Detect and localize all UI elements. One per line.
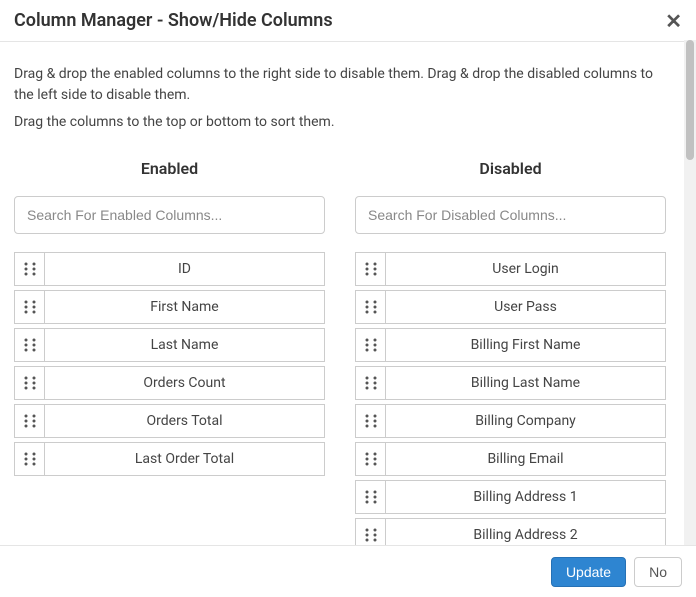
drag-handle-icon[interactable] <box>356 519 386 545</box>
disabled-list: User Login User Pass Billing First Name Bil… <box>355 252 666 545</box>
drag-handle-icon[interactable] <box>356 253 386 285</box>
disabled-item-label: Billing Address 2 <box>386 519 665 545</box>
disabled-item-label: Billing Address 1 <box>386 481 665 513</box>
drag-handle-icon[interactable] <box>356 443 386 475</box>
disabled-column: Disabled User Login User Pass Billing Firs… <box>355 159 666 545</box>
scrollbar-track[interactable] <box>684 40 696 545</box>
disabled-item[interactable]: Billing Address 2 <box>355 518 666 545</box>
disabled-search-input[interactable] <box>355 196 666 234</box>
disabled-item[interactable]: Billing Company <box>355 404 666 438</box>
disabled-item[interactable]: Billing Last Name <box>355 366 666 400</box>
update-button[interactable]: Update <box>551 557 626 587</box>
drag-handle-icon[interactable] <box>356 367 386 399</box>
disabled-item[interactable]: User Pass <box>355 290 666 324</box>
dialog-title: Column Manager - Show/Hide Columns <box>14 10 333 31</box>
drag-handle-icon[interactable] <box>15 405 45 437</box>
drag-handle-icon[interactable] <box>356 329 386 361</box>
enabled-item-label: Last Name <box>45 329 324 361</box>
enabled-list: ID First Name Last Name Orders Count Orders … <box>14 252 325 476</box>
disabled-title: Disabled <box>355 159 666 178</box>
dialog-footer: Update No <box>0 545 696 597</box>
disabled-item[interactable]: Billing First Name <box>355 328 666 362</box>
enabled-item[interactable]: Orders Count <box>14 366 325 400</box>
disabled-item-label: Billing First Name <box>386 329 665 361</box>
drag-handle-icon[interactable] <box>356 291 386 323</box>
enabled-item-label: Orders Count <box>45 367 324 399</box>
disabled-item-label: Billing Company <box>386 405 665 437</box>
enabled-item[interactable]: Last Order Total <box>14 442 325 476</box>
disabled-item-label: Billing Email <box>386 443 665 475</box>
drag-handle-icon[interactable] <box>15 443 45 475</box>
disabled-item-label: Billing Last Name <box>386 367 665 399</box>
disabled-item-label: User Login <box>386 253 665 285</box>
drag-handle-icon[interactable] <box>356 481 386 513</box>
close-icon: ✕ <box>665 9 682 33</box>
drag-handle-icon[interactable] <box>15 253 45 285</box>
enabled-item[interactable]: Orders Total <box>14 404 325 438</box>
drag-handle-icon[interactable] <box>15 291 45 323</box>
enabled-title: Enabled <box>14 159 325 178</box>
enabled-search-input[interactable] <box>14 196 325 234</box>
enabled-item-label: Last Order Total <box>45 443 324 475</box>
drag-handle-icon[interactable] <box>356 405 386 437</box>
enabled-item-label: First Name <box>45 291 324 323</box>
dialog-content: Drag & drop the enabled columns to the r… <box>0 40 684 545</box>
disabled-item[interactable]: User Login <box>355 252 666 286</box>
enabled-item[interactable]: First Name <box>14 290 325 324</box>
enabled-item-label: Orders Total <box>45 405 324 437</box>
close-button[interactable]: ✕ <box>659 11 688 31</box>
instructions-line-1: Drag & drop the enabled columns to the r… <box>14 64 666 106</box>
drag-handle-icon[interactable] <box>15 367 45 399</box>
enabled-column: Enabled ID First Name Last Name Orders Coun… <box>14 159 325 545</box>
disabled-item[interactable]: Billing Address 1 <box>355 480 666 514</box>
instructions: Drag & drop the enabled columns to the r… <box>14 64 666 133</box>
enabled-item[interactable]: Last Name <box>14 328 325 362</box>
no-button[interactable]: No <box>634 557 682 587</box>
disabled-item-label: User Pass <box>386 291 665 323</box>
columns-area: Enabled ID First Name Last Name Orders Coun… <box>14 159 666 545</box>
enabled-item[interactable]: ID <box>14 252 325 286</box>
enabled-item-label: ID <box>45 253 324 285</box>
instructions-line-2: Drag the columns to the top or bottom to… <box>14 112 666 133</box>
drag-handle-icon[interactable] <box>15 329 45 361</box>
disabled-item[interactable]: Billing Email <box>355 442 666 476</box>
dialog-header: Column Manager - Show/Hide Columns ✕ <box>0 0 696 42</box>
scrollbar-thumb[interactable] <box>686 40 694 160</box>
